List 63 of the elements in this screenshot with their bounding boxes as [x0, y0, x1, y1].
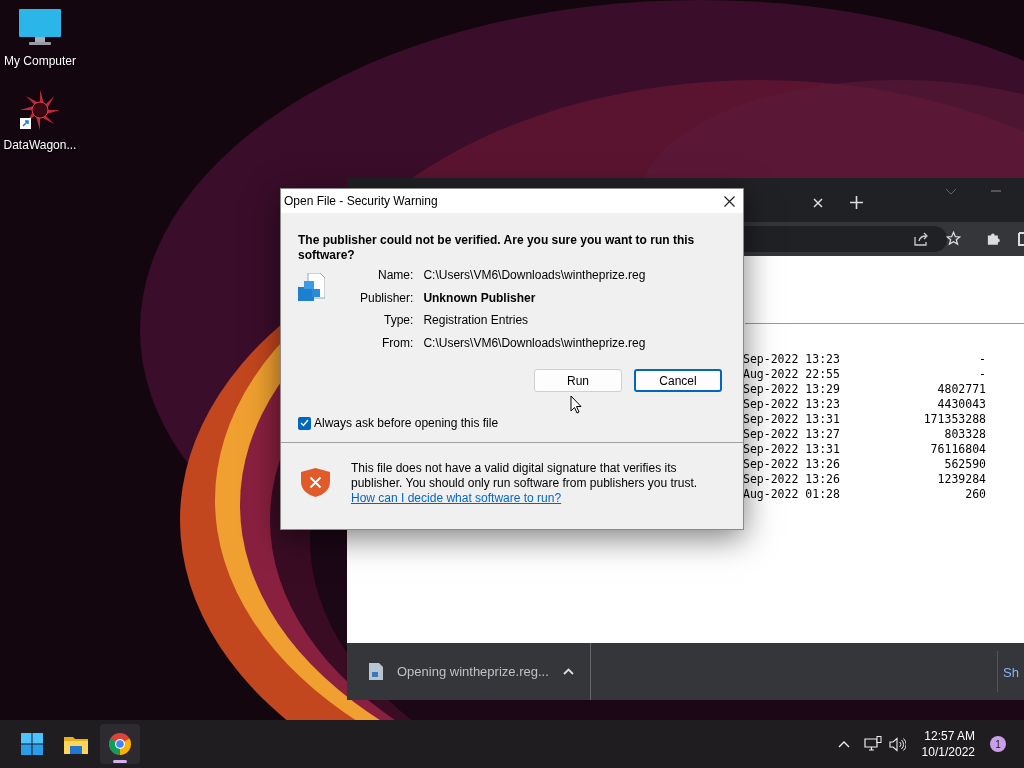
field-label: From:	[381, 334, 414, 352]
clock-date[interactable]: 10/1/2022	[921, 744, 975, 760]
modified-date: Aug-2022 01:28	[743, 487, 841, 502]
file-size: 1239284	[936, 472, 986, 487]
warning-heading: The publisher could not be verified. Are you sure you want to run this software?	[298, 233, 696, 263]
show-all-link[interactable]: Sh	[1003, 663, 1019, 683]
modified-date: Sep-2022 13:31	[743, 412, 841, 427]
volume-icon[interactable]	[888, 736, 906, 752]
share-icon[interactable]	[914, 232, 929, 246]
star-icon[interactable]	[946, 231, 961, 246]
warning-text: This file does not have a valid digital signature that verifies its publisher. You should only run software from publishers you trust.	[351, 461, 699, 491]
file-size: -	[978, 352, 986, 367]
chevron-down-icon[interactable]	[945, 188, 957, 195]
field-label: Publisher:	[360, 289, 414, 307]
clock-time[interactable]: 12:57 AM	[924, 728, 975, 744]
checkbox-label[interactable]: Always ask before opening this file	[314, 414, 499, 432]
modified-date: Sep-2022 13:29	[743, 382, 841, 397]
file-size: 260	[964, 487, 986, 502]
chevron-up-icon[interactable]	[562, 668, 574, 675]
modified-date: Sep-2022 13:26	[743, 472, 841, 487]
modified-date: Sep-2022 13:26	[743, 457, 841, 472]
dialog-title: Open File - Security Warning	[284, 193, 438, 210]
checkbox[interactable]	[298, 416, 311, 430]
plus-icon[interactable]	[850, 196, 863, 209]
file-size: 562590	[943, 457, 986, 472]
desktop-icon-label[interactable]: DataWagon...	[3, 136, 77, 154]
chevron-up-icon[interactable]	[837, 740, 850, 748]
modified-date: Sep-2022 13:27	[743, 427, 841, 442]
cursor-icon	[570, 395, 582, 414]
desktop-icon-label[interactable]: My Computer	[4, 52, 76, 70]
file-size: 4802771	[936, 382, 986, 397]
sidebar-icon[interactable]	[1018, 232, 1024, 246]
file-size: -	[978, 367, 986, 382]
file-size: 4430043	[936, 397, 986, 412]
shield-icon	[301, 468, 330, 497]
monitor-icon[interactable]	[18, 8, 62, 46]
file-icon	[369, 663, 383, 680]
modified-date: Sep-2022 13:31	[743, 442, 841, 457]
file-size: 76116804	[929, 442, 986, 457]
modified-date: Sep-2022 13:23	[743, 352, 841, 367]
field-value: C:\Users\VM6\Downloads\wintheprize.reg	[423, 334, 646, 352]
modified-date: Sep-2022 13:23	[743, 397, 841, 412]
registry-file-icon	[298, 273, 325, 303]
start-icon[interactable]	[21, 733, 43, 755]
file-size: 171353288	[922, 412, 986, 427]
field-value: Registration Entries	[423, 312, 530, 329]
dialog-button[interactable]: Run	[534, 369, 622, 392]
taskbar-app-button[interactable]	[100, 724, 140, 764]
download-label[interactable]: Opening wintheprize.reg...	[397, 661, 549, 682]
modified-date: Aug-2022 22:55	[743, 367, 841, 382]
help-link[interactable]: How can I decide what software to run?	[351, 491, 562, 505]
puzzle-icon[interactable]	[986, 231, 1001, 246]
notification-badge[interactable]: 1	[990, 736, 1006, 752]
field-value: C:\Users\VM6\Downloads\wintheprize.reg	[423, 267, 646, 284]
dialog-button[interactable]: Cancel	[634, 369, 722, 392]
chrome-icon[interactable]	[109, 733, 131, 755]
folder-icon[interactable]	[64, 734, 88, 754]
field-value: Unknown Publisher	[423, 289, 537, 307]
file-size: 803328	[943, 427, 986, 442]
close-icon[interactable]	[724, 195, 735, 207]
field-label: Type:	[383, 312, 414, 329]
field-label: Name:	[377, 267, 414, 284]
network-icon[interactable]	[863, 736, 882, 752]
